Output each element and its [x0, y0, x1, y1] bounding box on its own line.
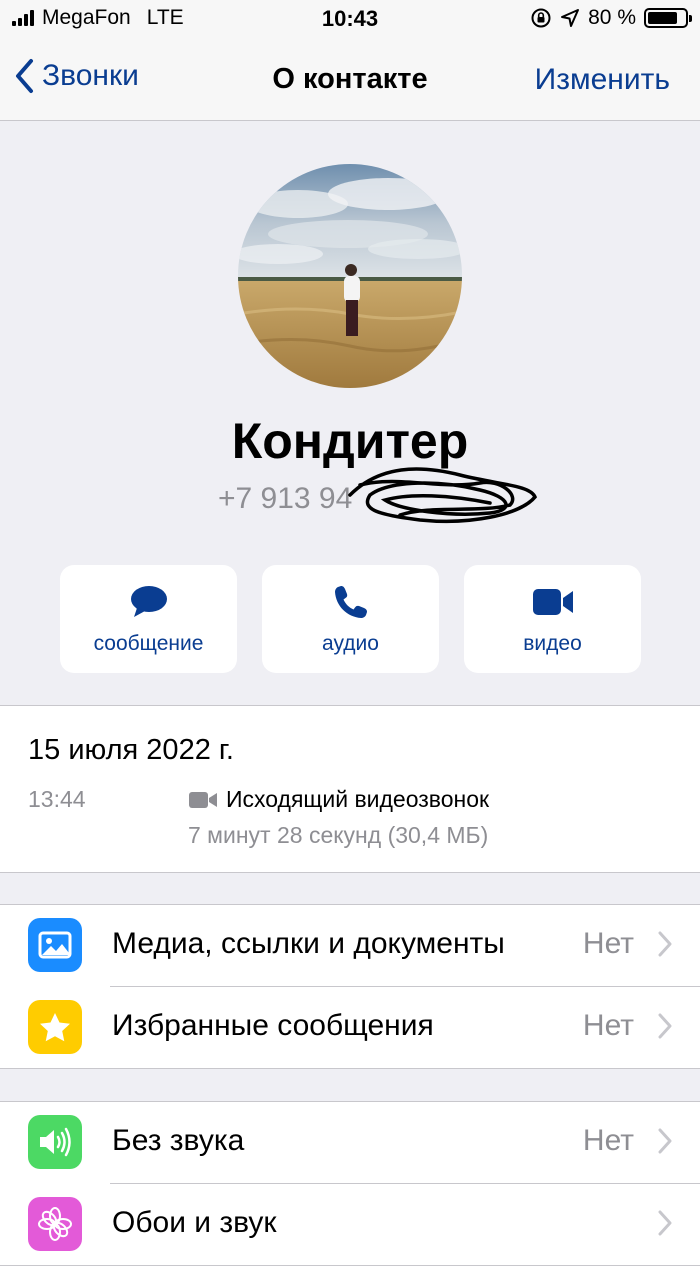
media-links-docs-row[interactable]: Медиа, ссылки и документы Нет	[0, 905, 700, 986]
call-duration: 7 минут 28 секунд (30,4 МБ)	[188, 822, 489, 848]
call-date: 15 июля 2022 г.	[28, 734, 234, 766]
call-type-label: Исходящий видеозвонок	[226, 786, 490, 812]
video-call-button[interactable]: видео	[464, 565, 641, 673]
video-camera-icon	[189, 791, 217, 808]
call-time: 13:44	[28, 786, 86, 812]
chevron-left-icon	[16, 59, 33, 93]
row-label: Медиа, ссылки и документы	[112, 927, 505, 960]
row-label: Обои и звук	[112, 1206, 277, 1239]
chevron-right-icon	[658, 931, 672, 957]
chevron-right-icon	[658, 1013, 672, 1039]
contact-avatar[interactable]	[238, 164, 462, 388]
message-label: сообщение	[93, 632, 204, 655]
chevron-right-icon	[658, 1128, 672, 1154]
status-bar: MegaFon LTE 10:43 80 %	[0, 0, 700, 40]
row-value: Нет	[582, 1124, 634, 1157]
photo-icon	[28, 918, 82, 972]
row-value: Нет	[582, 927, 634, 960]
edit-button[interactable]: Изменить	[535, 63, 670, 97]
back-button[interactable]: Звонки	[14, 58, 139, 94]
audio-call-button[interactable]: аудио	[262, 565, 439, 673]
flower-icon	[28, 1197, 82, 1251]
settings-group: Без звука Нет Обои и звук	[0, 1101, 700, 1266]
redaction-scribble	[348, 467, 538, 524]
orientation-lock-icon	[531, 8, 551, 28]
status-right: 80 %	[530, 6, 692, 30]
star-icon	[28, 1000, 82, 1054]
starred-messages-row[interactable]: Избранные сообщения Нет	[0, 987, 700, 1068]
battery-icon	[644, 8, 692, 28]
video-label: видео	[523, 632, 582, 655]
contact-actions: сообщение аудио видео	[60, 565, 641, 673]
contact-phone[interactable]: +7 913 94	[218, 482, 352, 516]
avatar-photo	[238, 164, 462, 388]
message-button[interactable]: сообщение	[60, 565, 237, 673]
location-arrow-icon	[561, 9, 580, 27]
phone-icon	[334, 586, 367, 618]
chevron-right-icon	[658, 1210, 672, 1236]
row-label: Избранные сообщения	[112, 1009, 434, 1042]
wallpaper-sound-row[interactable]: Обои и звук	[0, 1184, 700, 1265]
media-group: Медиа, ссылки и документы Нет Избранные …	[0, 904, 700, 1069]
row-value: Нет	[582, 1009, 634, 1042]
mute-row[interactable]: Без звука Нет	[0, 1102, 700, 1183]
audio-label: аудио	[322, 632, 379, 655]
battery-percent: 80 %	[588, 6, 636, 29]
navigation-bar: Звонки О контакте Изменить	[0, 40, 700, 121]
call-info-card: 15 июля 2022 г. 13:44 Исходящий видеозво…	[0, 705, 700, 873]
video-camera-icon	[532, 589, 573, 615]
row-label: Без звука	[112, 1124, 245, 1157]
speaker-icon	[28, 1115, 82, 1169]
call-type: Исходящий видеозвонок	[188, 786, 489, 813]
chat-bubble-icon	[130, 586, 167, 617]
back-label: Звонки	[42, 59, 139, 92]
